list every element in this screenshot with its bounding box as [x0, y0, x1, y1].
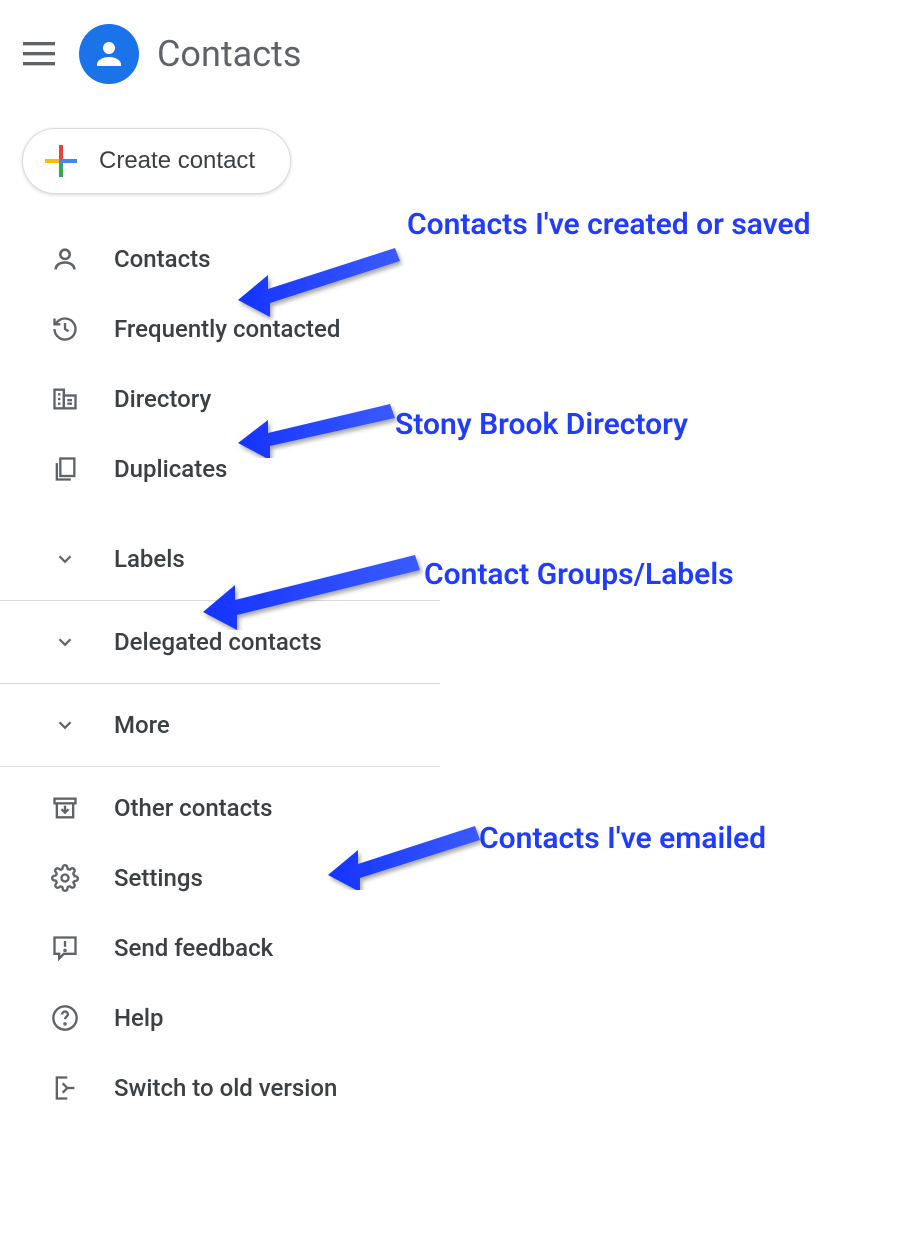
- nav-duplicates[interactable]: Duplicates: [0, 434, 440, 504]
- main-menu-button[interactable]: [16, 32, 61, 77]
- nav-more[interactable]: More: [0, 690, 440, 760]
- nav-contacts-label: Contacts: [114, 245, 210, 273]
- nav-labels[interactable]: Labels: [0, 524, 440, 594]
- nav-more-label: More: [114, 711, 170, 739]
- create-contact-button[interactable]: Create contact: [22, 128, 291, 194]
- nav-frequently-contacted[interactable]: Frequently contacted: [0, 294, 440, 364]
- chevron-down-icon: [50, 710, 80, 740]
- hamburger-icon: [23, 42, 55, 66]
- nav-contacts[interactable]: Contacts: [0, 224, 440, 294]
- copy-icon: [50, 454, 80, 484]
- help-icon: [50, 1003, 80, 1033]
- nav-settings-label: Settings: [114, 864, 203, 892]
- nav-feedback-label: Send feedback: [114, 934, 273, 962]
- annotation-other: Contacts I've emailed: [479, 818, 766, 860]
- app-title: Contacts: [157, 33, 301, 75]
- nav-switch-label: Switch to old version: [114, 1074, 337, 1102]
- nav-directory-label: Directory: [114, 385, 211, 413]
- nav-duplicates-label: Duplicates: [114, 455, 227, 483]
- sidebar-nav: Contacts Frequently contacted Directory: [0, 224, 440, 1123]
- app-header: Contacts: [0, 0, 914, 108]
- nav-frequently-label: Frequently contacted: [114, 315, 340, 343]
- nav-switch-old-version[interactable]: Switch to old version: [0, 1053, 440, 1123]
- annotation-contacts: Contacts I've created or saved: [407, 204, 827, 246]
- annotation-labels: Contact Groups/Labels: [424, 554, 734, 596]
- chevron-down-icon: [50, 627, 80, 657]
- nav-other-contacts[interactable]: Other contacts: [0, 773, 440, 843]
- nav-help[interactable]: Help: [0, 983, 440, 1053]
- nav-directory[interactable]: Directory: [0, 364, 440, 434]
- feedback-icon: [50, 933, 80, 963]
- nav-delegated-contacts[interactable]: Delegated contacts: [0, 607, 440, 677]
- archive-icon: [50, 793, 80, 823]
- exit-icon: [50, 1073, 80, 1103]
- nav-labels-label: Labels: [114, 545, 185, 573]
- contacts-logo-icon: [79, 24, 139, 84]
- nav-help-label: Help: [114, 1004, 164, 1032]
- plus-icon: [43, 143, 79, 179]
- nav-settings[interactable]: Settings: [0, 843, 440, 913]
- nav-send-feedback[interactable]: Send feedback: [0, 913, 440, 983]
- domain-icon: [50, 384, 80, 414]
- nav-other-label: Other contacts: [114, 794, 272, 822]
- person-icon: [50, 244, 80, 274]
- annotation-directory: Stony Brook Directory: [395, 404, 688, 446]
- chevron-down-icon: [50, 544, 80, 574]
- history-icon: [50, 314, 80, 344]
- create-contact-label: Create contact: [99, 147, 255, 175]
- gear-icon: [50, 863, 80, 893]
- nav-delegated-label: Delegated contacts: [114, 628, 322, 656]
